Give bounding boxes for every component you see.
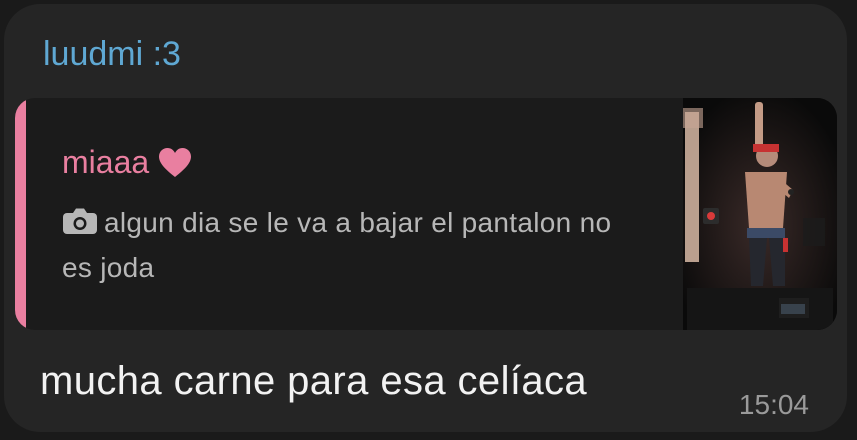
sender-name[interactable]: luudmi :3 <box>43 34 181 74</box>
message-bubble[interactable]: luudmi :3 miaaa algun dia se le va a baj… <box>4 4 847 432</box>
message-text: mucha carne para esa celíaca <box>40 359 588 403</box>
reply-accent-bar <box>15 98 26 330</box>
message-timestamp: 15:04 <box>738 389 809 420</box>
camera-icon <box>62 203 98 234</box>
reply-author: miaaa <box>62 142 192 182</box>
reply-author-name: miaaa <box>62 144 150 180</box>
reply-thumbnail[interactable] <box>683 98 837 330</box>
heart-icon <box>159 147 192 177</box>
reply-text-content: algun dia se le va a bajar el pantalon n… <box>62 207 612 283</box>
reply-quote[interactable]: miaaa algun dia se le va a bajar el pant… <box>15 98 837 330</box>
reply-text: algun dia se le va a bajar el pantalon n… <box>62 200 622 290</box>
